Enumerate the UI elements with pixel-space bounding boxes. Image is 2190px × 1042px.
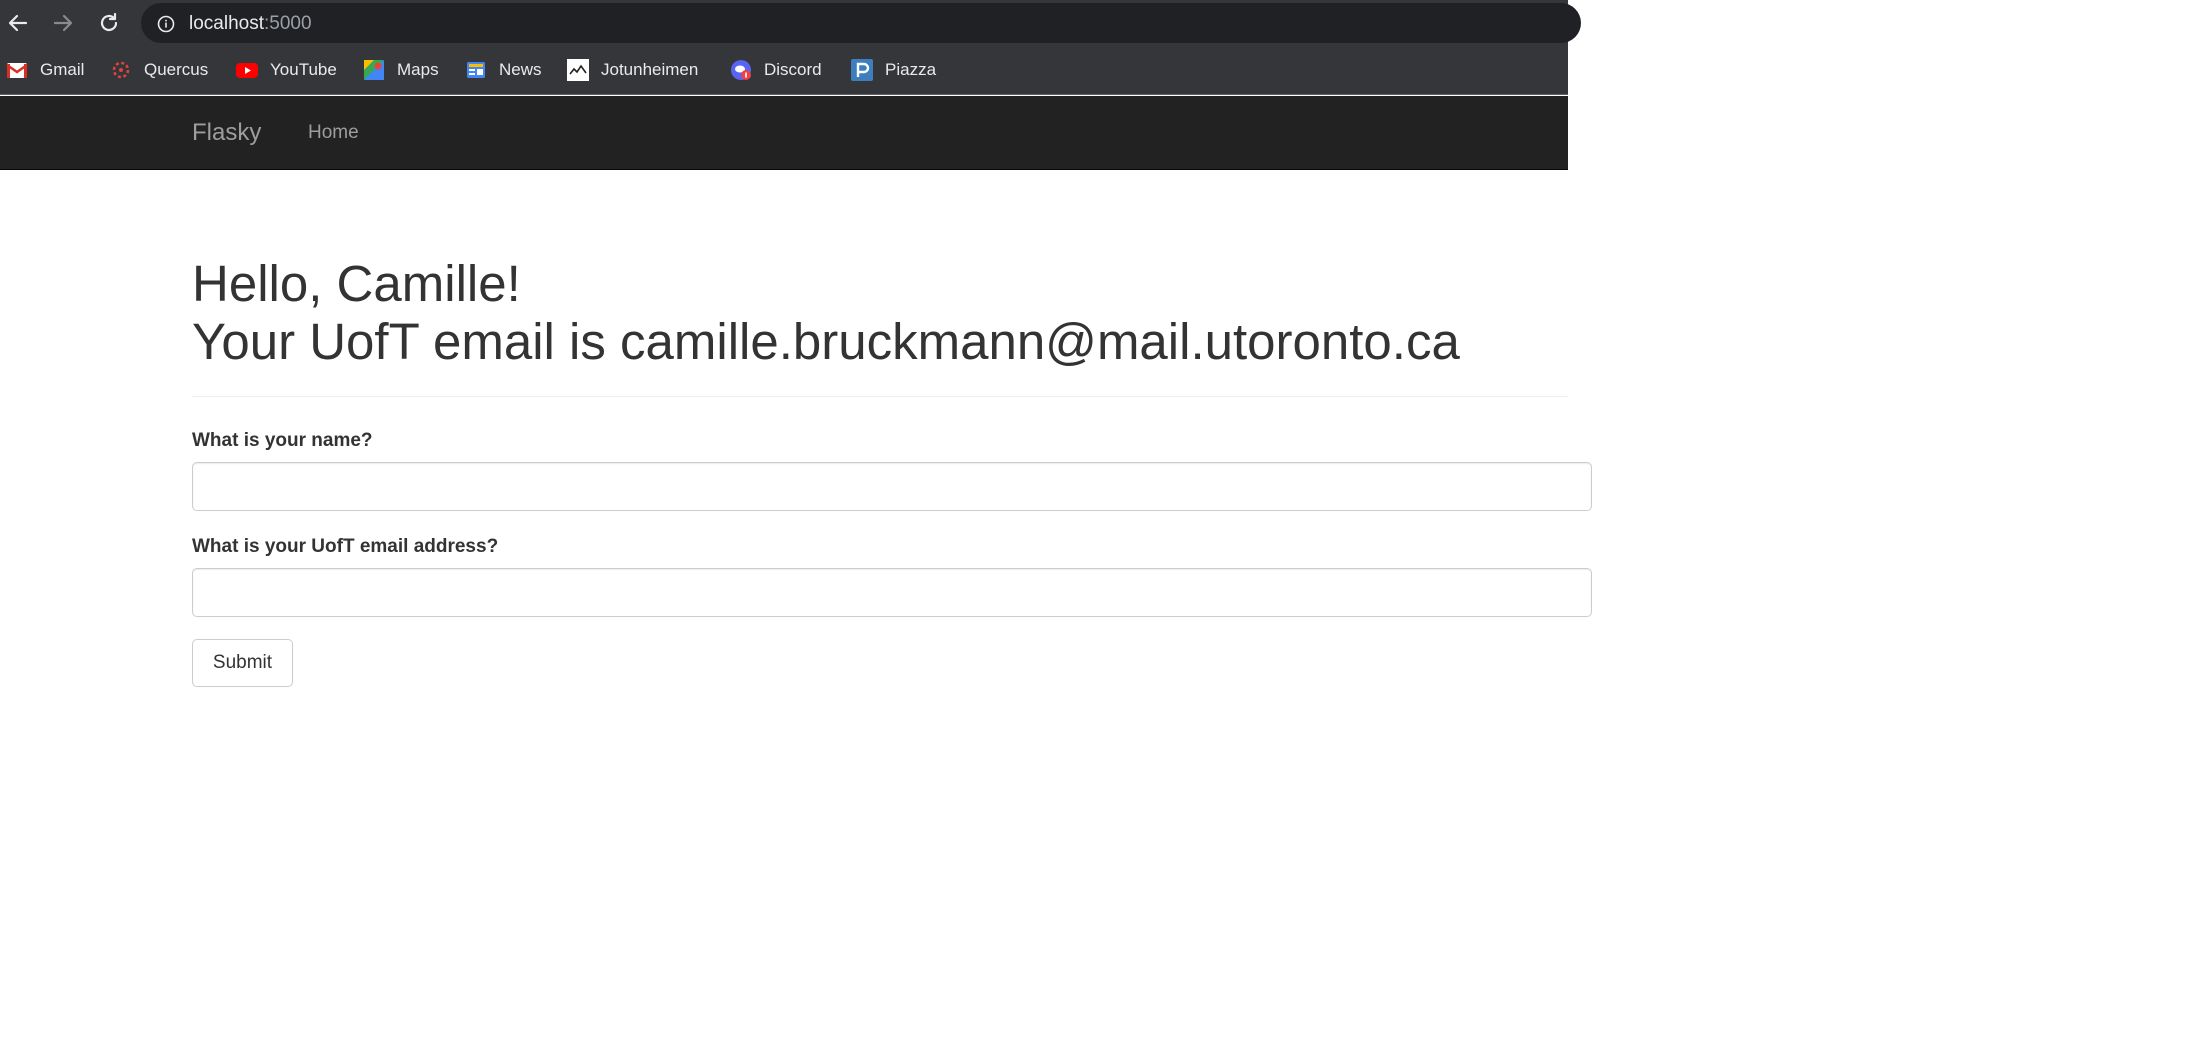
heading-divider: [192, 396, 1568, 397]
gmail-icon: [6, 63, 28, 78]
discord-icon: [731, 60, 751, 80]
back-button[interactable]: [3, 8, 33, 38]
bookmark-label: News: [499, 60, 542, 79]
nav-home-link[interactable]: Home: [308, 122, 359, 144]
forward-button[interactable]: [48, 8, 78, 38]
bookmark-discord[interactable]: Discord: [730, 57, 822, 83]
youtube-icon: [236, 63, 258, 78]
url-text: localhost:5000: [189, 13, 312, 35]
app-navbar: Flasky Home: [0, 96, 1568, 170]
bookmark-label: Maps: [397, 60, 439, 79]
page-heading: Hello, Camille! Your UofT email is camil…: [192, 255, 1460, 371]
bookmark-label: Piazza: [885, 60, 937, 79]
browser-toolbar: localhost:5000: [0, 0, 1581, 45]
reload-button[interactable]: [94, 8, 124, 38]
bookmark-label: Jotunheimen: [601, 60, 699, 79]
maps-icon: [364, 60, 384, 80]
bookmark-jotunheimen[interactable]: Jotunheimen: [567, 57, 698, 83]
bookmark-label: Discord: [764, 60, 822, 79]
email-field-label: What is your UofT email address?: [192, 536, 499, 557]
navbar-brand[interactable]: Flasky: [192, 119, 261, 147]
piazza-icon: [851, 59, 873, 81]
bookmark-label: Quercus: [144, 60, 209, 79]
bookmark-quercus[interactable]: Quercus: [110, 57, 208, 83]
greeting-text: Hello, Camille!: [192, 255, 521, 312]
bookmark-label: YouTube: [270, 60, 337, 79]
quercus-icon: [112, 61, 130, 79]
bookmark-maps[interactable]: Maps: [363, 57, 439, 83]
name-field-label: What is your name?: [192, 430, 373, 451]
back-arrow-icon: [8, 14, 28, 32]
name-input[interactable]: [192, 462, 1592, 511]
email-input[interactable]: [192, 568, 1592, 617]
site-info-icon[interactable]: [157, 15, 175, 33]
reload-icon: [100, 12, 118, 32]
news-icon: [467, 62, 485, 78]
bookmark-gmail[interactable]: Gmail: [6, 57, 84, 83]
bookmarks-bar: Gmail Quercus YouTube Maps News Jotunhei…: [0, 45, 1568, 95]
url-host: localhost: [189, 13, 264, 34]
forward-arrow-icon: [53, 14, 73, 32]
email-text: Your UofT email is camille.bruckmann@mai…: [192, 313, 1460, 370]
bookmark-label: Gmail: [40, 60, 85, 79]
jotunheimen-icon: [567, 59, 589, 81]
url-port: :5000: [264, 13, 312, 34]
address-bar[interactable]: localhost:5000: [141, 3, 1581, 43]
submit-button[interactable]: Submit: [192, 639, 293, 687]
bookmark-piazza[interactable]: Piazza: [851, 57, 936, 83]
bookmark-news[interactable]: News: [465, 57, 542, 83]
bookmark-youtube[interactable]: YouTube: [236, 57, 337, 83]
